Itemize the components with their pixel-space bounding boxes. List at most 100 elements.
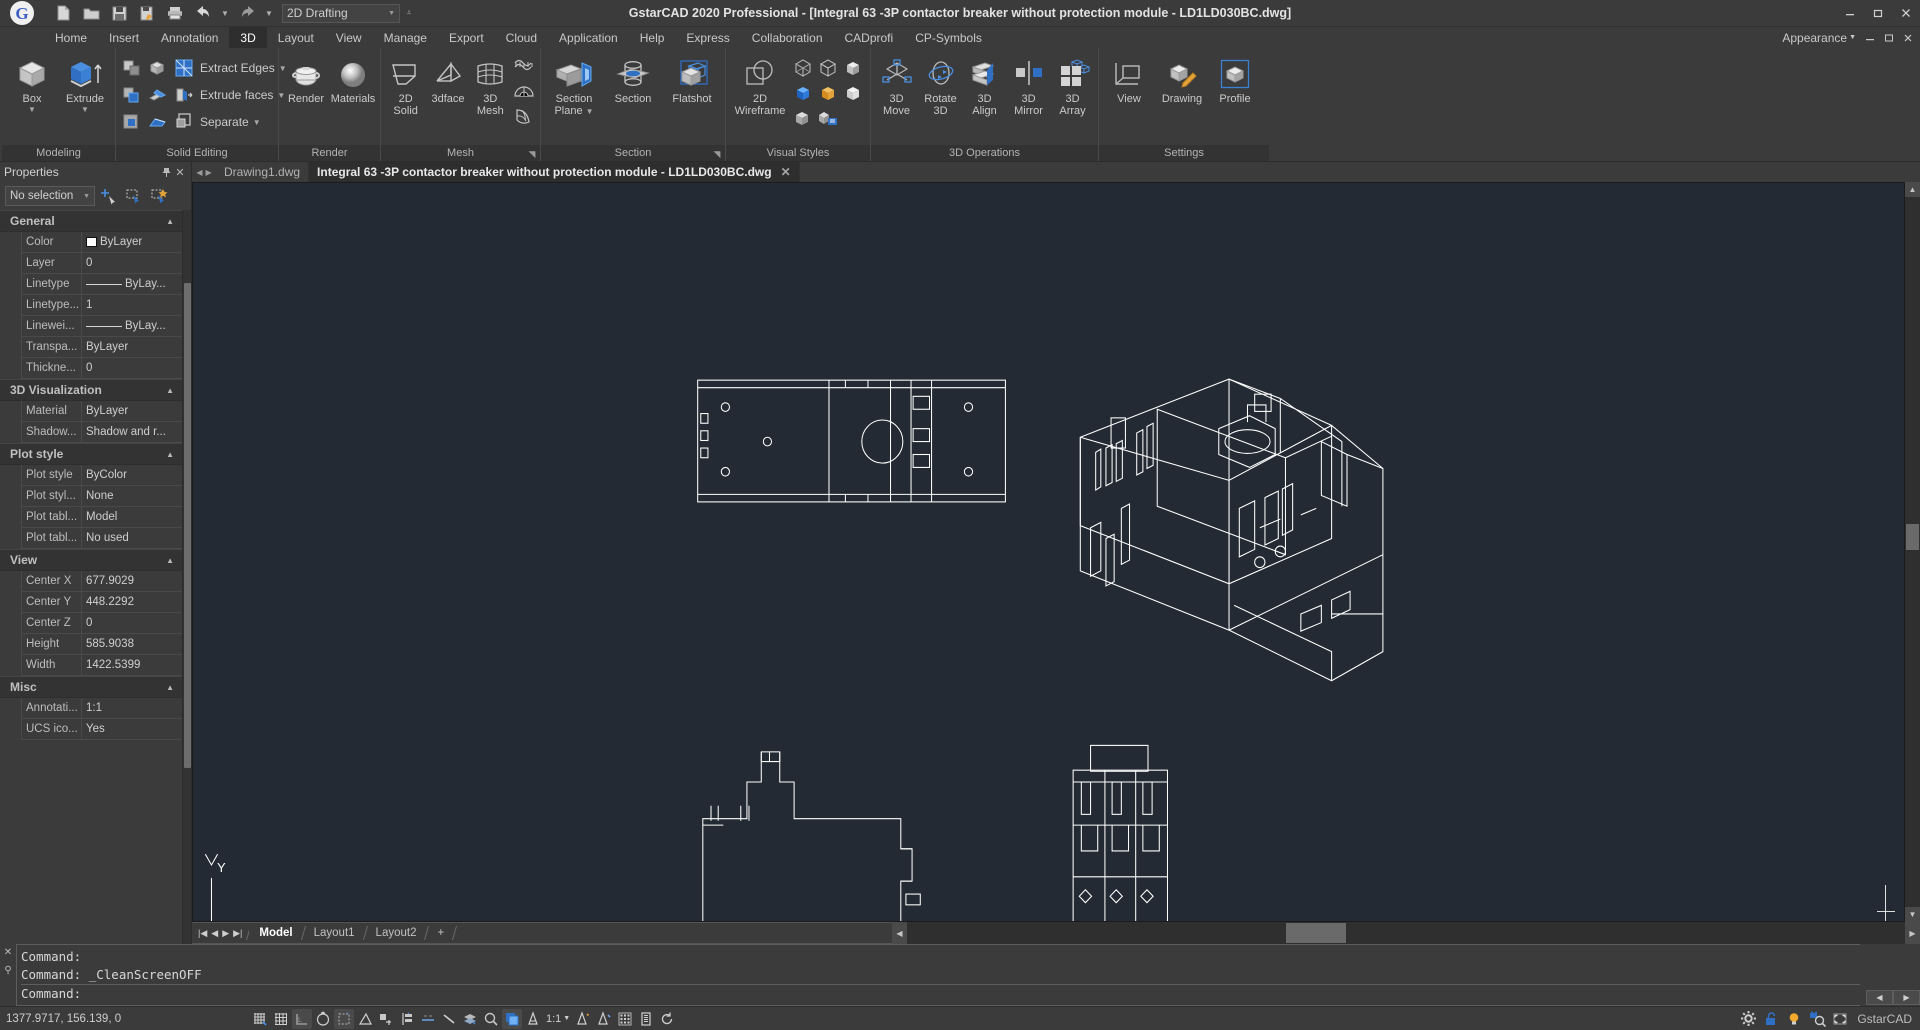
ruled-surface-icon[interactable] [512,104,536,128]
chevron-down-icon[interactable]: ▼ [586,107,594,116]
drawing-button[interactable]: Drawing [1156,53,1208,105]
scroll-down-icon[interactable]: ▼ [1905,907,1920,922]
tab-collaboration[interactable]: Collaboration [741,27,834,48]
property-value[interactable]: 1:1 [82,698,182,719]
ribbon-close-button[interactable] [1899,28,1916,48]
layout-tab-model[interactable]: Model [249,923,303,943]
prev-layout-icon[interactable]: ◀ [211,928,218,939]
3d-mirror-button[interactable]: 3D Mirror [1007,53,1050,117]
restore-button[interactable] [1864,0,1892,27]
print-icon[interactable] [162,1,188,25]
3dface-button[interactable]: 3dface [427,53,468,105]
mesh-dialog-launcher-icon[interactable]: ◥ [526,148,538,160]
auto-scale-icon[interactable] [594,1009,614,1029]
view-button[interactable]: View [1103,53,1155,105]
layout-nav-buttons[interactable]: |◀ ◀ ▶ ▶| [192,923,248,943]
taper-faces-icon[interactable] [146,110,170,134]
section-dialog-launcher-icon[interactable]: ◥ [711,148,723,160]
object-snap-tracking-icon[interactable] [376,1009,396,1029]
chevron-down-icon[interactable]: ▼ [251,118,263,127]
pick-add-icon[interactable] [148,185,170,207]
unlock-icon[interactable] [1761,1009,1781,1029]
object-snap-icon[interactable] [334,1008,354,1029]
tab-layout[interactable]: Layout [267,27,325,48]
save-icon[interactable] [106,1,132,25]
tab-export[interactable]: Export [438,27,495,48]
snap-icon[interactable] [250,1009,270,1029]
property-value[interactable]: 0 [82,253,182,274]
properties-scrollbar[interactable] [182,210,191,944]
2d-solid-button[interactable]: 2D Solid [385,53,426,117]
shades-of-gray-icon[interactable] [841,81,865,105]
profile-button[interactable]: Profile [1209,53,1261,105]
select-objects-icon[interactable] [123,185,145,207]
property-value[interactable]: 0 [82,358,182,379]
quick-properties-icon[interactable] [481,1009,501,1029]
hardware-acceleration-icon[interactable] [636,1009,656,1029]
close-icon[interactable]: ✕ [781,165,791,179]
property-value[interactable]: ByLayer [82,337,182,358]
separate-icon[interactable] [172,110,196,134]
close-button[interactable] [1892,0,1920,27]
chevron-up-icon[interactable]: ▲ [166,386,182,395]
tab-cloud[interactable]: Cloud [495,27,548,48]
union-icon[interactable] [120,56,144,80]
extract-edges-icon[interactable] [172,56,196,80]
add-layout-button[interactable]: + [427,923,454,943]
tab-cadprofi[interactable]: CADprofi [834,27,905,48]
vertical-scroll-thumb[interactable] [1906,523,1919,550]
intersect-icon[interactable] [120,83,144,107]
3d-wireframe-icon[interactable] [791,56,815,80]
grid-icon[interactable] [271,1009,291,1029]
selection-cycling-icon[interactable] [502,1008,522,1029]
revolved-surface-icon[interactable] [512,54,536,78]
property-value[interactable]: 585.9038 [82,634,182,655]
fullscreen-icon[interactable] [1830,1009,1850,1029]
vertical-scroll-track[interactable] [1905,197,1920,907]
extrude-faces-icon[interactable] [172,83,196,107]
property-value[interactable]: None [82,486,182,507]
settings-gear-icon[interactable] [1738,1009,1758,1029]
visual-style-manager-icon[interactable] [816,106,840,130]
3d-mesh-button[interactable]: 3D Mesh [470,53,511,117]
drawing-canvas[interactable]: ​ Y [192,182,1905,922]
chevron-down-icon[interactable]: ▼ [28,105,36,114]
tab-annotation[interactable]: Annotation [150,27,229,48]
property-value[interactable]: Shadow and r... [82,422,182,443]
annotation-scale-selector[interactable]: 1:1 ▼ [544,1013,572,1025]
refresh-icon[interactable] [657,1009,677,1029]
tab-application[interactable]: Application [548,27,629,48]
undo-icon[interactable] [190,1,216,25]
tab-home[interactable]: Home [44,27,98,48]
property-value[interactable]: 0 [82,613,182,634]
vertical-scrollbar[interactable]: ▲ ▼ [1905,182,1920,922]
document-tab-nav[interactable]: ◀ ▶ [192,162,216,182]
properties-group-header[interactable]: 3D Visualization ▲ [0,379,182,401]
close-icon[interactable]: ✕ [173,164,187,180]
new-file-icon[interactable] [50,1,76,25]
property-value[interactable]: 677.9029 [82,571,182,592]
tab-express[interactable]: Express [675,27,740,48]
selection-dropdown[interactable]: No selection ▼ [5,186,95,206]
properties-group-header[interactable]: View ▲ [0,549,182,571]
realistic-visual-style-icon[interactable] [791,81,815,105]
subtract-icon[interactable] [146,56,170,80]
property-value[interactable]: No used [82,528,182,549]
tab-3d[interactable]: 3D [229,27,267,48]
box-button[interactable]: Box ▼ [6,53,58,114]
open-folder-icon[interactable] [78,1,104,25]
command-next-icon[interactable]: ▶ [1893,990,1920,1005]
close-icon[interactable]: ✕ [4,947,12,958]
chevron-left-icon[interactable]: ◀ [196,168,202,177]
ribbon-restore-button[interactable] [1880,28,1897,48]
tab-insert[interactable]: Insert [98,27,150,48]
command-input[interactable]: Command: [21,984,1860,1002]
property-value[interactable]: ByLay... [82,274,182,295]
scroll-up-icon[interactable]: ▲ [1905,182,1920,197]
edge-surface-icon[interactable] [512,79,536,103]
quick-select-icon[interactable] [98,185,120,207]
chevron-up-icon[interactable]: ▲ [166,450,182,459]
transparency-icon[interactable] [460,1009,480,1029]
property-value[interactable]: Model [82,507,182,528]
appearance-menu[interactable]: Appearance ▼ [1779,31,1859,45]
